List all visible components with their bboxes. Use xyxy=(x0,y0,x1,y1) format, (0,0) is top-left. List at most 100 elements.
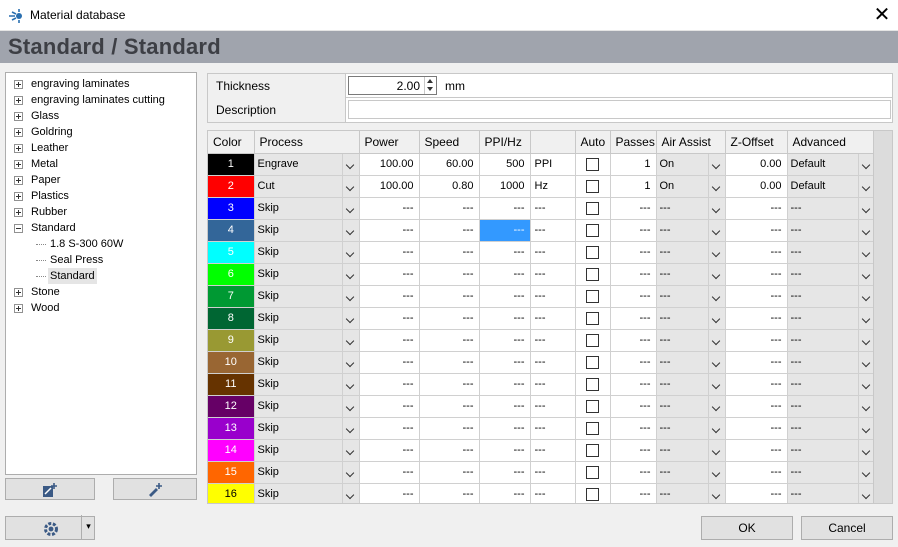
ppi-cell[interactable]: --- xyxy=(479,307,531,330)
passes-cell[interactable]: --- xyxy=(610,263,657,286)
process-select[interactable]: Cut xyxy=(254,175,360,198)
speed-cell[interactable]: --- xyxy=(419,461,480,484)
power-cell[interactable]: --- xyxy=(359,263,420,286)
process-select[interactable]: Skip xyxy=(254,439,360,462)
color-swatch[interactable]: 15 xyxy=(208,461,255,484)
settings-dropdown-button[interactable]: ▾ xyxy=(5,515,95,540)
air-assist-select[interactable]: --- xyxy=(656,307,726,330)
chevron-down-icon[interactable] xyxy=(857,395,873,417)
chevron-down-icon[interactable] xyxy=(707,329,725,351)
ppi-cell[interactable]: --- xyxy=(479,483,531,503)
chevron-down-icon[interactable] xyxy=(341,153,359,175)
tree-node[interactable]: engraving laminates cutting xyxy=(6,92,196,108)
chevron-down-icon[interactable] xyxy=(857,175,873,197)
color-swatch[interactable]: 4 xyxy=(208,219,255,242)
column-header[interactable]: Advanced xyxy=(787,131,873,154)
color-swatch[interactable]: 11 xyxy=(208,373,255,396)
air-assist-select[interactable]: --- xyxy=(656,439,726,462)
auto-checkbox[interactable] xyxy=(585,267,599,281)
passes-cell[interactable]: 1 xyxy=(610,153,657,176)
advanced-select[interactable]: --- xyxy=(787,373,873,396)
tree-node-standard[interactable]: Standard xyxy=(6,220,196,236)
z-offset-cell[interactable]: 0.00 xyxy=(725,153,788,176)
auto-checkbox-cell[interactable] xyxy=(575,417,611,440)
passes-cell[interactable]: --- xyxy=(610,373,657,396)
auto-checkbox-cell[interactable] xyxy=(575,153,611,176)
z-offset-cell[interactable]: --- xyxy=(725,307,788,330)
z-offset-cell[interactable]: --- xyxy=(725,197,788,220)
auto-checkbox[interactable] xyxy=(585,421,599,435)
z-offset-cell[interactable]: 0.00 xyxy=(725,175,788,198)
chevron-down-icon[interactable] xyxy=(707,285,725,307)
expand-icon[interactable] xyxy=(14,208,23,217)
passes-cell[interactable]: --- xyxy=(610,417,657,440)
power-cell[interactable]: --- xyxy=(359,351,420,374)
color-swatch[interactable]: 8 xyxy=(208,307,255,330)
auto-checkbox[interactable] xyxy=(585,443,599,457)
color-swatch[interactable]: 10 xyxy=(208,351,255,374)
chevron-down-icon[interactable] xyxy=(341,461,359,483)
air-assist-select[interactable]: --- xyxy=(656,461,726,484)
auto-checkbox[interactable] xyxy=(585,487,599,501)
tree-node[interactable]: Wood xyxy=(6,300,196,316)
auto-checkbox-cell[interactable] xyxy=(575,329,611,352)
ppi-cell[interactable]: --- xyxy=(479,241,531,264)
expand-icon[interactable] xyxy=(14,304,23,313)
chevron-down-icon[interactable] xyxy=(707,373,725,395)
auto-checkbox-cell[interactable] xyxy=(575,307,611,330)
power-cell[interactable]: --- xyxy=(359,417,420,440)
chevron-down-icon[interactable] xyxy=(857,197,873,219)
color-swatch[interactable]: 16 xyxy=(208,483,255,503)
color-swatch[interactable]: 9 xyxy=(208,329,255,352)
z-offset-cell[interactable]: --- xyxy=(725,263,788,286)
auto-checkbox[interactable] xyxy=(585,311,599,325)
auto-checkbox[interactable] xyxy=(585,223,599,237)
z-offset-cell[interactable]: --- xyxy=(725,351,788,374)
chevron-down-icon[interactable] xyxy=(857,285,873,307)
air-assist-select[interactable]: --- xyxy=(656,285,726,308)
process-select[interactable]: Skip xyxy=(254,395,360,418)
column-header[interactable]: PPI/Hz xyxy=(479,131,531,154)
description-input[interactable] xyxy=(348,100,891,119)
power-cell[interactable]: --- xyxy=(359,285,420,308)
chevron-down-icon[interactable] xyxy=(341,329,359,351)
power-cell[interactable]: 100.00 xyxy=(359,175,420,198)
chevron-down-icon[interactable] xyxy=(341,483,359,503)
process-grid[interactable]: Color Process Power Speed PPI/Hz Auto Passes Ai… xyxy=(207,130,874,504)
ppi-cell[interactable]: --- xyxy=(479,461,531,484)
close-button[interactable]: ✕ xyxy=(866,0,898,31)
power-cell[interactable]: --- xyxy=(359,395,420,418)
chevron-down-icon[interactable] xyxy=(857,461,873,483)
chevron-down-icon[interactable] xyxy=(857,439,873,461)
spin-up-icon[interactable] xyxy=(427,79,433,83)
process-select[interactable]: Skip xyxy=(254,483,360,503)
ppi-cell[interactable]: --- xyxy=(479,329,531,352)
power-cell[interactable]: --- xyxy=(359,197,420,220)
auto-checkbox[interactable] xyxy=(585,399,599,413)
ppi-cell[interactable]: --- xyxy=(479,263,531,286)
color-swatch[interactable]: 6 xyxy=(208,263,255,286)
speed-cell[interactable]: --- xyxy=(419,373,480,396)
advanced-select[interactable]: --- xyxy=(787,285,873,308)
chevron-down-icon[interactable] xyxy=(707,175,725,197)
chevron-down-icon[interactable] xyxy=(707,439,725,461)
color-swatch[interactable]: 13 xyxy=(208,417,255,440)
air-assist-select[interactable]: On xyxy=(656,175,726,198)
auto-checkbox-cell[interactable] xyxy=(575,395,611,418)
ppi-cell[interactable]: --- xyxy=(479,351,531,374)
expand-icon[interactable] xyxy=(14,160,23,169)
ok-button[interactable]: OK xyxy=(701,516,793,540)
chevron-down-icon[interactable] xyxy=(341,351,359,373)
process-select[interactable]: Skip xyxy=(254,461,360,484)
expand-icon[interactable] xyxy=(14,176,23,185)
chevron-down-icon[interactable] xyxy=(341,307,359,329)
column-header[interactable]: Passes xyxy=(610,131,657,154)
passes-cell[interactable]: --- xyxy=(610,483,657,503)
auto-checkbox-cell[interactable] xyxy=(575,483,611,503)
advanced-select[interactable]: --- xyxy=(787,395,873,418)
expand-icon[interactable] xyxy=(14,80,23,89)
grid-scrollbar[interactable] xyxy=(874,130,893,504)
advanced-select[interactable]: --- xyxy=(787,483,873,503)
process-select[interactable]: Skip xyxy=(254,417,360,440)
passes-cell[interactable]: --- xyxy=(610,285,657,308)
